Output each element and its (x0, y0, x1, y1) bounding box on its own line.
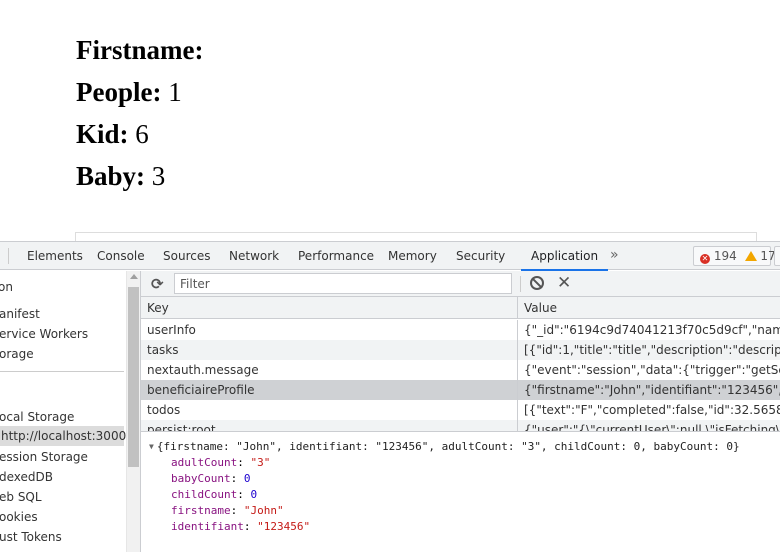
table-header: Key Value (141, 297, 780, 319)
devtools-panel: Elements Console Sources Network Perform… (0, 241, 780, 552)
row-value: {"_id":"6194c9d74041213f70c5d9cf","name"… (524, 323, 780, 337)
sidebar-item-localhost-label: http://localhost:3000 (1, 429, 126, 443)
more-tabs-icon[interactable]: » (610, 242, 619, 270)
row-key: nextauth.message (141, 360, 518, 380)
property-key: childCount (171, 488, 238, 501)
table-row-selected[interactable]: beneficiaireProfile {"firstname":"John",… (141, 380, 780, 400)
kid-label: Kid: (76, 119, 129, 149)
value-preview: ▼ {firstname: "John", identifiant: "12345… (141, 431, 780, 552)
object-summary[interactable]: ▼ {firstname: "John", identifiant: "12345… (149, 439, 740, 455)
error-icon: ✕ (700, 254, 710, 264)
refresh-icon[interactable]: ⟳ (151, 275, 164, 293)
row-value: {"firstname":"John","identifiant":"12345… (524, 383, 780, 397)
filter-input[interactable] (174, 273, 512, 294)
kid-value: 6 (128, 119, 149, 149)
row-key: tasks (141, 340, 518, 360)
table-row[interactable]: userInfo {"_id":"6194c9d74041213f70c5d9c… (141, 320, 780, 340)
preview-property: firstname: "John" (171, 504, 284, 517)
sidebar-item-session-storage[interactable]: ession Storage (0, 447, 123, 467)
property-value: 0 (250, 488, 258, 501)
web-page: Firstname: People: 1 Kid: 6 Baby: 3 (0, 0, 780, 244)
application-sidebar: on anifest ervice Workers orage ocal Sto… (0, 271, 126, 552)
tab-sources[interactable]: Sources (161, 242, 212, 270)
baby-label: Baby: (76, 161, 146, 191)
sidebar-item-local-storage[interactable]: ocal Storage (0, 407, 123, 427)
people-value: 1 (161, 77, 182, 107)
tab-memory[interactable]: Memory (386, 242, 439, 270)
kid-line: Kid: 6 (76, 119, 149, 149)
warning-icon (744, 251, 757, 261)
tab-elements[interactable]: Elements (25, 242, 85, 270)
row-value: [{"id":1,"title":"title","description":"… (524, 343, 780, 357)
tab-security[interactable]: Security (454, 242, 507, 270)
table-row[interactable]: nextauth.message {"event":"session","dat… (141, 360, 780, 380)
table-row[interactable]: tasks [{"id":1,"title":"title","descript… (141, 340, 780, 360)
property-value: 0 (243, 472, 251, 485)
property-value: "John" (243, 504, 284, 517)
preview-property: adultCount: "3" (171, 456, 271, 469)
preview-property: childCount: 0 (171, 488, 258, 501)
people-label: People: (76, 77, 162, 107)
toolbar-divider (520, 276, 521, 292)
storage-table: Key Value userInfo {"_id":"6194c9d740412… (141, 297, 780, 431)
row-key: todos (141, 400, 518, 420)
column-header-key[interactable]: Key (141, 297, 518, 319)
expand-triangle-icon[interactable]: ▼ (149, 439, 154, 455)
issues-counter[interactable]: ✕ 194 17 (693, 246, 776, 266)
column-header-value[interactable]: Value (518, 297, 780, 319)
row-value: {"event":"session","data":{"trigger":"ge… (524, 363, 780, 377)
sidebar-divider (0, 371, 124, 372)
property-key: adultCount (171, 456, 238, 469)
preview-property: babyCount: 0 (171, 472, 251, 485)
row-value: {"user":"{\"currentUser\":null,\"isFetch… (524, 423, 780, 431)
tab-network[interactable]: Network (227, 242, 281, 270)
property-value: "123456" (257, 520, 311, 533)
object-summary-text: {firstname: "John", identifiant: "123456… (156, 440, 740, 453)
sidebar-item-indexeddb[interactable]: dexedDB (0, 467, 123, 487)
clear-all-icon[interactable] (530, 276, 544, 290)
people-line: People: 1 (76, 77, 182, 107)
row-key: userInfo (141, 320, 518, 340)
sidebar-item-application[interactable]: on (0, 277, 122, 297)
property-key: babyCount (171, 472, 231, 485)
sidebar-item-cookies[interactable]: ookies (0, 507, 123, 527)
tab-application[interactable]: Application (520, 242, 609, 271)
row-key: beneficiaireProfile (141, 380, 518, 400)
tab-divider (8, 248, 9, 264)
table-row[interactable]: todos [{"text":"F","completed":false,"id… (141, 400, 780, 420)
scrollbar-thumb[interactable] (128, 287, 139, 467)
issues-next-button[interactable] (774, 246, 780, 266)
delete-selected-icon[interactable]: ✕ (557, 273, 571, 293)
row-key: persist:root (141, 420, 518, 431)
tab-performance[interactable]: Performance (296, 242, 376, 270)
baby-line: Baby: 3 (76, 161, 165, 191)
sidebar-item-trust-tokens[interactable]: ust Tokens (0, 527, 123, 547)
property-value: "3" (250, 456, 271, 469)
row-value: [{"text":"F","completed":false,"id":32.5… (524, 403, 780, 417)
sidebar-item-localhost[interactable]: http://localhost:3000 (0, 426, 126, 446)
firstname-label: Firstname: (76, 35, 204, 65)
devtools-tab-bar: Elements Console Sources Network Perform… (0, 242, 780, 271)
storage-toolbar: ⟳ ✕ (141, 271, 780, 297)
error-count: 194 (713, 249, 737, 263)
sidebar-item-service-workers[interactable]: ervice Workers (0, 324, 123, 344)
property-key: identifiant (171, 520, 244, 533)
firstname-line: Firstname: (76, 35, 203, 65)
sidebar-scrollbar[interactable] (126, 271, 140, 552)
scroll-up-arrow-icon[interactable] (130, 274, 138, 279)
property-key: firstname (171, 504, 231, 517)
sidebar-item-web-sql[interactable]: eb SQL (0, 487, 123, 507)
sidebar-item-storage[interactable]: orage (0, 344, 123, 364)
tab-console[interactable]: Console (95, 242, 147, 270)
table-row[interactable]: persist:root {"user":"{\"currentUser\":n… (141, 420, 780, 431)
sidebar-item-manifest[interactable]: anifest (0, 304, 123, 324)
baby-value: 3 (145, 161, 166, 191)
preview-property: identifiant: "123456" (171, 520, 311, 533)
